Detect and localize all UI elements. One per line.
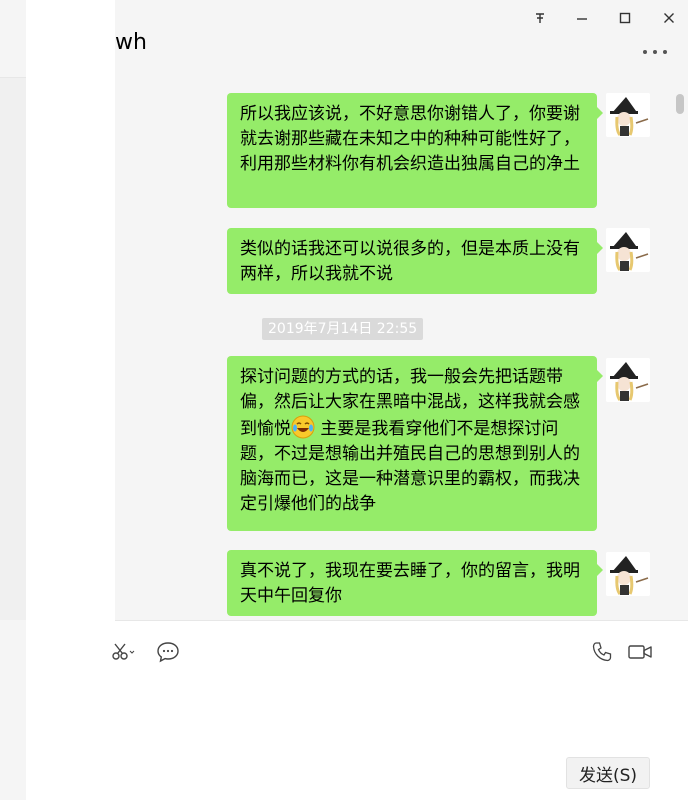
more-icon[interactable] — [642, 38, 668, 58]
timestamp: 2019年7月14日 22:55 — [262, 318, 424, 340]
chat-title: wh — [115, 30, 147, 55]
close-icon[interactable] — [657, 8, 681, 28]
message-bubble[interactable]: 探讨问题的方式的话，我一般会先把话题带偏，然后让大家在黑暗中混战，这样我就会感到… — [227, 356, 603, 531]
message-bubble[interactable]: 真不说了，我现在要去睡了，你的留言，我明天中午回复你 — [227, 550, 603, 616]
message-bubble[interactable]: 类似的话我还可以说很多的，但是本质上没有两样，所以我就不说 — [227, 228, 603, 294]
message-text: 类似的话我还可以说很多的，但是本质上没有两样，所以我就不说 — [240, 239, 580, 284]
avatar[interactable] — [606, 358, 650, 402]
video-icon[interactable] — [627, 641, 653, 663]
avatar[interactable] — [606, 93, 650, 137]
send-button[interactable]: 发送(S) — [566, 757, 650, 789]
sidebar-blank — [26, 0, 115, 800]
message-text: 所以我应该说，不好意思你谢错人了，你要谢就去谢那些藏在未知之中的种种可能性好了，… — [240, 104, 580, 174]
chat-header: wh — [115, 0, 688, 79]
tears-of-joy-emoji — [291, 415, 315, 439]
message-input[interactable] — [129, 673, 669, 749]
minimize-icon[interactable] — [570, 8, 594, 28]
left-strip — [0, 620, 26, 800]
scissors-icon[interactable] — [111, 641, 137, 663]
phone-icon[interactable] — [589, 641, 615, 663]
left-strip — [0, 0, 26, 78]
maximize-icon[interactable] — [613, 8, 637, 28]
avatar[interactable] — [606, 228, 650, 272]
pin-icon[interactable] — [528, 8, 552, 28]
avatar[interactable] — [606, 552, 650, 596]
divider — [0, 77, 26, 78]
chat-bubble-icon[interactable] — [155, 641, 181, 663]
message-text: 真不说了，我现在要去睡了，你的留言，我明天中午回复你 — [240, 561, 580, 606]
scrollbar[interactable] — [676, 94, 684, 114]
left-strip — [0, 78, 26, 620]
message-list[interactable]: 所以我应该说，不好意思你谢错人了，你要谢就去谢那些藏在未知之中的种种可能性好了，… — [115, 78, 688, 620]
message-bubble[interactable]: 所以我应该说，不好意思你谢错人了，你要谢就去谢那些藏在未知之中的种种可能性好了，… — [227, 93, 603, 208]
input-area[interactable]: 发送(S) — [112, 620, 688, 800]
